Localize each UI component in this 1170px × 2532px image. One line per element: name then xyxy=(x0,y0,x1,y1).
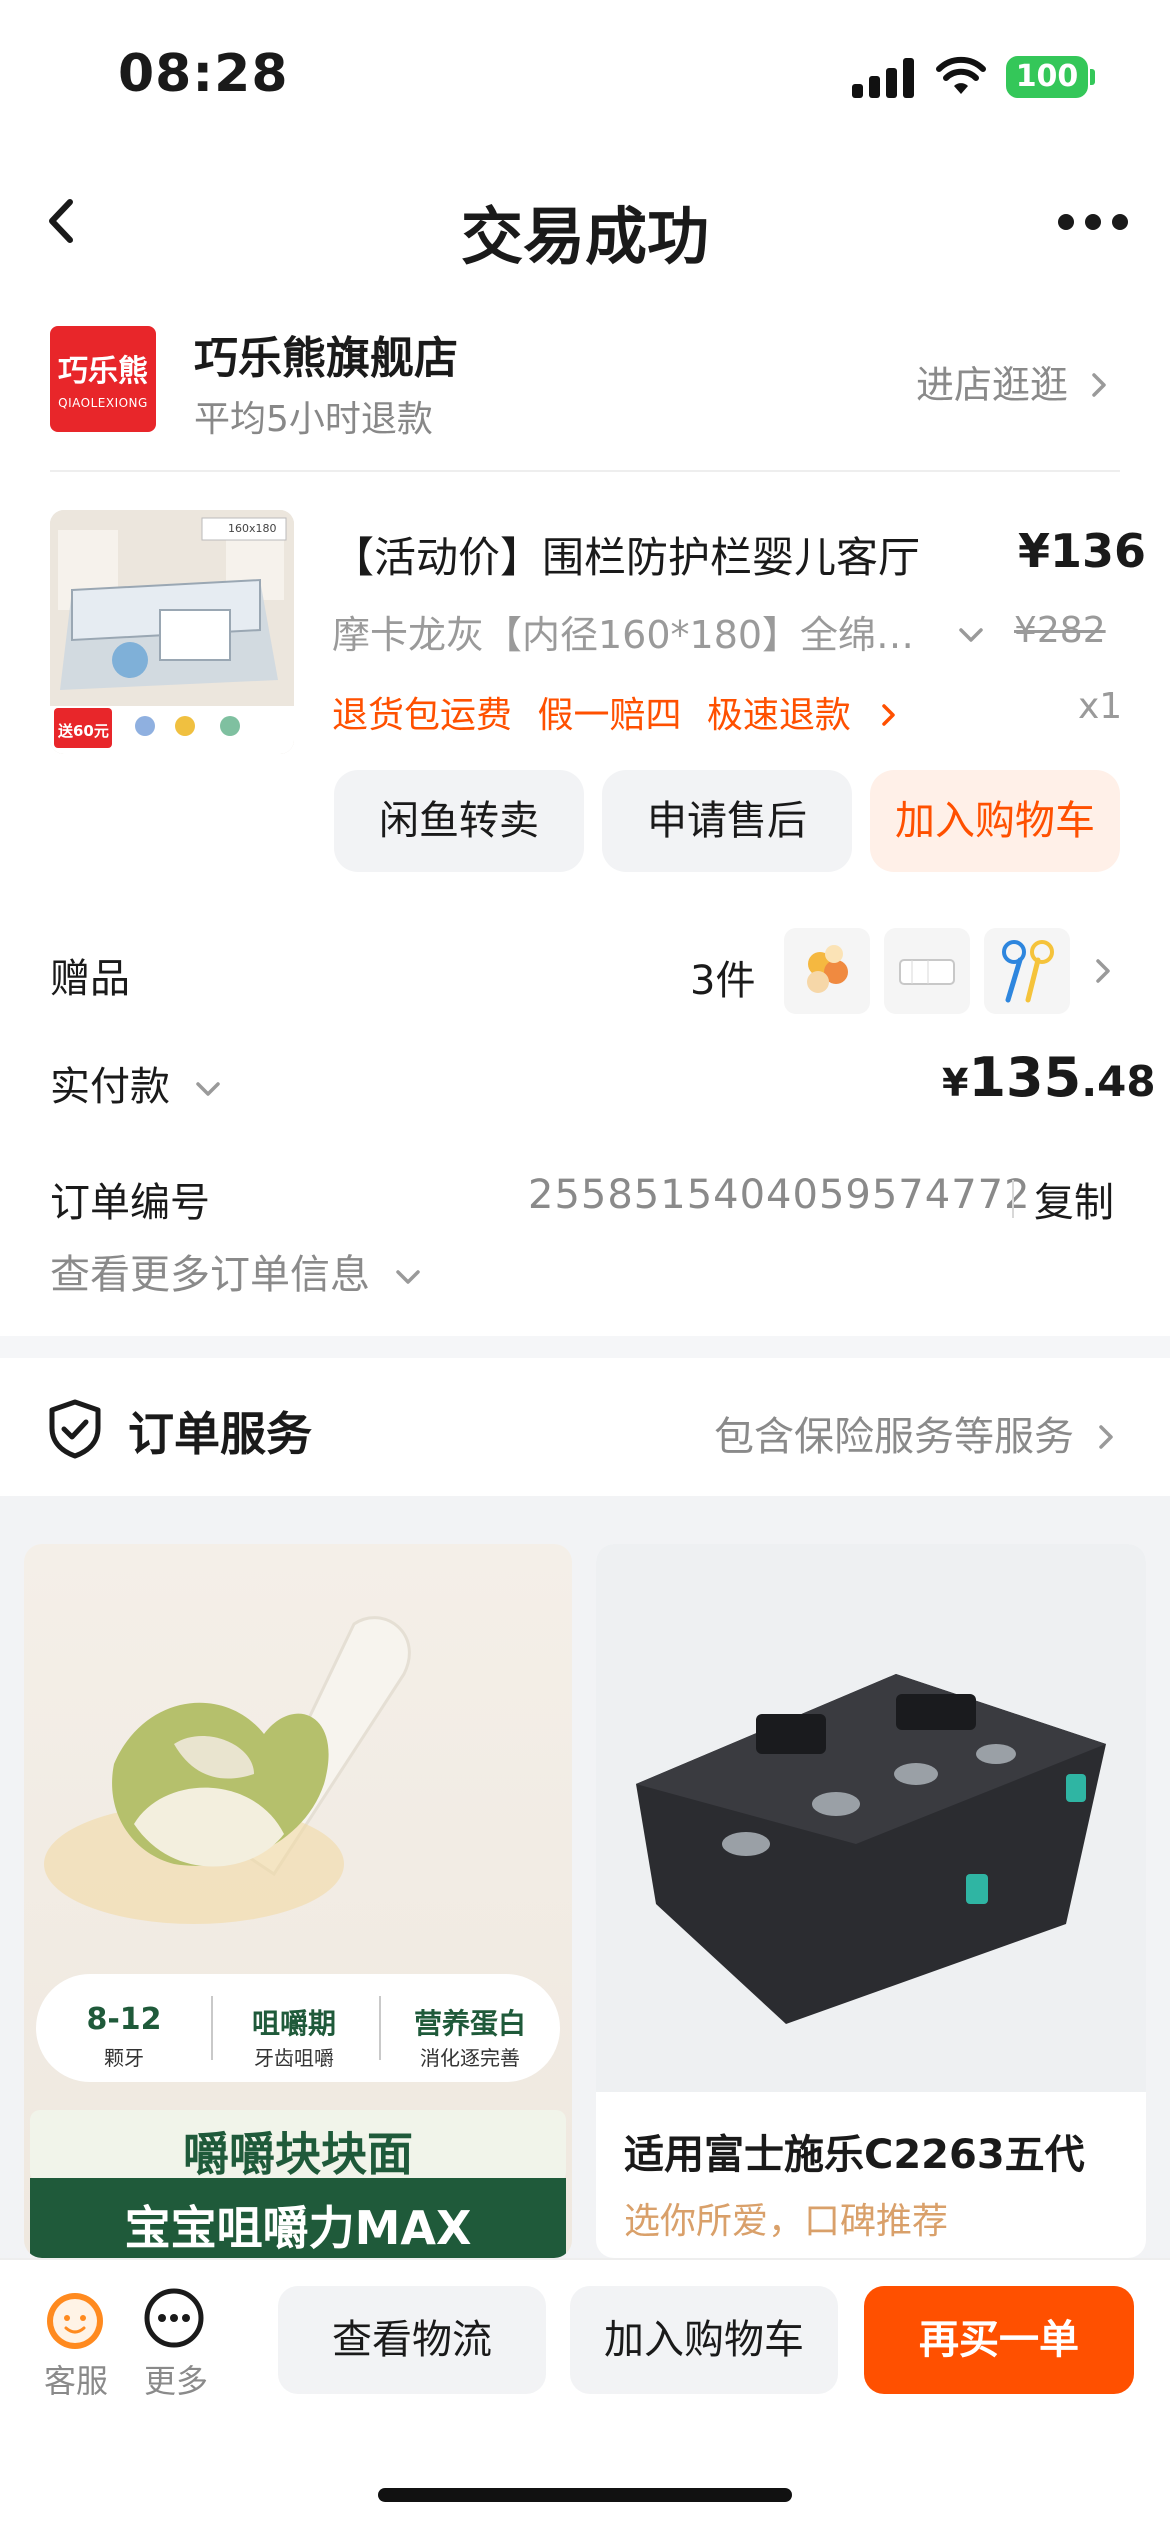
paid-amount-integer: 135 xyxy=(968,1046,1082,1109)
gifts-count: 3件 xyxy=(690,958,756,1004)
order-service-link[interactable]: 包含保险服务等服务 xyxy=(714,1404,1119,1462)
gift-image-lock[interactable] xyxy=(984,928,1070,1014)
toner-image[interactable] xyxy=(596,1544,1146,2092)
order-number-label: 订单编号 xyxy=(50,1180,210,1226)
thumb-badge: 送60元 xyxy=(58,722,109,740)
recommend-card-noodles[interactable]: 8-12 颗牙 咀嚼期 牙齿咀嚼 营养蛋白 消化逐完善 嚼嚼块块面 宝宝咀嚼力M… xyxy=(24,1544,572,2258)
status-time: 08:28 xyxy=(118,44,289,104)
order-number: 2558515404059574772 xyxy=(528,1172,1031,1218)
stat-age-sub: 颗牙 xyxy=(104,2046,144,2070)
service-tags[interactable]: 退货包运费 假一赔四 极速退款 xyxy=(332,686,900,738)
stat-age: 8-12 xyxy=(86,2002,162,2037)
divider xyxy=(1012,1180,1014,1218)
lock-strap-icon xyxy=(1002,940,1054,1003)
waste-toner-box-illustration xyxy=(636,1674,1106,2024)
ball-pit-balls-icon xyxy=(807,945,848,993)
more-order-info-label: 查看更多订单信息 xyxy=(50,1252,370,1298)
order-service-link-label: 包含保险服务等服务 xyxy=(714,1414,1074,1460)
page-title: 交易成功 xyxy=(460,200,709,273)
section-divider xyxy=(0,1336,1170,1358)
shop-logo-text: 巧乐熊 xyxy=(58,354,148,389)
product-quantity: x1 xyxy=(1078,686,1123,727)
more-options-icon[interactable] xyxy=(1058,214,1128,230)
view-logistics-button[interactable]: 查看物流 xyxy=(278,2286,546,2394)
after-sale-button[interactable]: 申请售后 xyxy=(602,770,852,872)
more-circle-icon[interactable] xyxy=(142,2286,206,2350)
chevron-right-icon xyxy=(882,704,896,726)
chevron-down-icon[interactable] xyxy=(956,620,986,650)
bottom-add-to-cart-button[interactable]: 加入购物车 xyxy=(570,2286,838,2394)
rebuy-button[interactable]: 再买一单 xyxy=(864,2286,1134,2394)
shop-name[interactable]: 巧乐熊旗舰店 xyxy=(194,322,458,386)
battery-indicator: 100 xyxy=(1006,56,1088,98)
customer-service-icon[interactable] xyxy=(42,2286,108,2352)
divider xyxy=(50,470,1120,472)
more-order-info-link[interactable]: 查看更多订单信息 xyxy=(50,1242,423,1300)
paid-amount: ¥135.48 xyxy=(942,1046,1156,1109)
paid-amount-label[interactable]: 实付款 xyxy=(50,1054,223,1112)
chevron-right-icon xyxy=(1098,1425,1113,1449)
wifi-icon xyxy=(936,56,986,94)
banner-subtitle: 宝宝咀嚼力MAX xyxy=(124,2201,472,2255)
stat-protein-sub: 消化逐完善 xyxy=(420,2046,520,2070)
chevron-right-icon xyxy=(1092,373,1106,397)
gifts-label: 赠品 xyxy=(50,956,130,1002)
copy-order-button[interactable]: 复制 xyxy=(1034,1170,1114,1228)
gift-image-balls[interactable] xyxy=(784,928,870,1014)
shop-logo[interactable]: 巧乐熊 QIAOLEXIONG xyxy=(50,326,156,432)
currency-symbol: ¥ xyxy=(942,1061,969,1105)
product-image[interactable]: 送60元 160x180 xyxy=(50,510,294,754)
paid-amount-label-text: 实付款 xyxy=(50,1064,170,1110)
home-indicator[interactable] xyxy=(378,2488,792,2502)
chevron-down-icon xyxy=(195,1082,220,1096)
stat-protein: 营养蛋白 xyxy=(413,2007,526,2040)
banner-title: 嚼嚼块块面 xyxy=(183,2127,413,2181)
order-service-title: 订单服务 xyxy=(128,1407,312,1461)
product-title[interactable]: 【活动价】围栏防护栏婴儿客厅 xyxy=(332,524,920,585)
visit-shop-link[interactable]: 进店逛逛 xyxy=(916,354,1112,409)
gift-image-mat[interactable] xyxy=(884,928,970,1014)
resell-button[interactable]: 闲鱼转卖 xyxy=(334,770,584,872)
more-label[interactable]: 更多 xyxy=(144,2356,208,2402)
product-sku[interactable]: 摩卡龙灰【内径160*180】全绵… xyxy=(332,604,932,659)
toner-subtitle: 选你所爱，口碑推荐 xyxy=(624,2201,949,2242)
paid-amount-decimal: .48 xyxy=(1081,1057,1156,1106)
customer-service-label[interactable]: 客服 xyxy=(44,2356,108,2402)
original-price: ¥282 xyxy=(1014,610,1106,651)
shield-check-icon xyxy=(49,1399,101,1459)
chevron-right-icon[interactable] xyxy=(1088,956,1118,986)
thumb-size: 160x180 xyxy=(228,522,277,535)
playpen-illustration xyxy=(50,510,294,754)
cellular-signal-icon xyxy=(852,58,914,98)
shop-logo-sub: QIAOLEXIONG xyxy=(58,396,148,410)
stat-chew: 咀嚼期 xyxy=(251,2007,336,2040)
service-tags-text: 退货包运费 假一赔四 极速退款 xyxy=(332,695,851,736)
toner-title[interactable]: 适用富士施乐C2263五代 xyxy=(624,2122,1085,2180)
add-to-cart-button[interactable]: 加入购物车 xyxy=(870,770,1120,872)
chevron-down-icon xyxy=(395,1270,420,1284)
visit-shop-label: 进店逛逛 xyxy=(916,363,1069,407)
battery-tip xyxy=(1090,69,1095,85)
stat-chew-sub: 牙齿咀嚼 xyxy=(254,2046,334,2070)
shop-refund-time: 平均5小时退款 xyxy=(194,399,433,440)
product-price: ¥136 xyxy=(1018,524,1147,578)
folded-mat-icon xyxy=(899,959,955,985)
